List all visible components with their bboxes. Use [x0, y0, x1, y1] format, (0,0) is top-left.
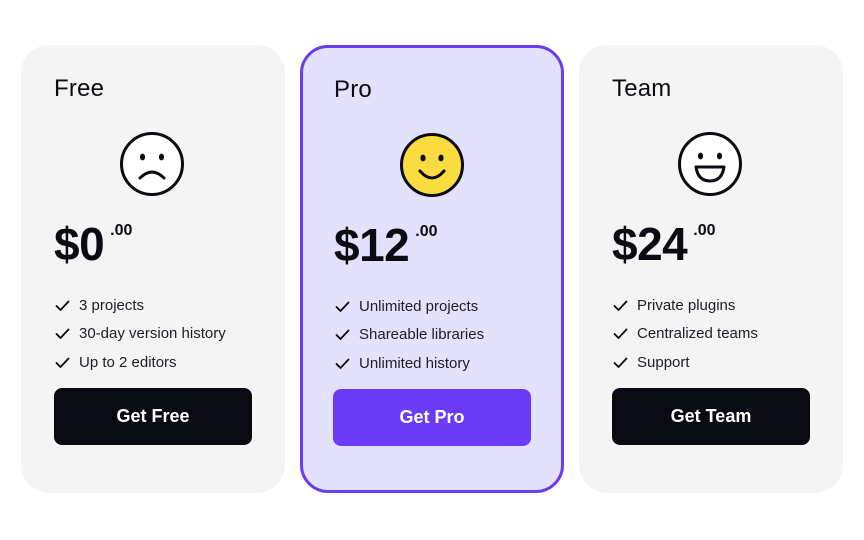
plan-name: Team — [612, 75, 672, 102]
sad-face-icon — [120, 132, 184, 196]
feature-label: Unlimited projects — [359, 297, 479, 315]
grin-face-icon — [678, 132, 742, 196]
price-cents: .00 — [693, 222, 716, 239]
feature-item: Up to 2 editors — [54, 348, 226, 377]
price-cents: .00 — [415, 223, 438, 240]
price: $12 .00 — [334, 222, 438, 268]
price-cents: .00 — [110, 222, 133, 239]
feature-label: Shareable libraries — [359, 326, 485, 344]
pricing-card-free: Free $0 .00 3 projects 30-day version his… — [21, 45, 285, 493]
price-dollars: $12 — [334, 219, 410, 271]
feature-list: Private plugins Centralized teams Suppor… — [612, 291, 758, 377]
check-icon — [55, 328, 70, 340]
feature-item: 3 projects — [54, 291, 226, 320]
get-free-button[interactable]: Get Free — [54, 388, 252, 445]
smile-face-icon — [400, 133, 464, 197]
price-dollars: $24 — [612, 218, 688, 270]
price: $0 .00 — [54, 221, 132, 267]
pricing-card-team: Team $24 .00 Private plugins Centralized … — [579, 45, 843, 493]
check-icon — [55, 357, 70, 368]
check-icon — [613, 300, 628, 311]
feature-item: Centralized teams — [612, 320, 758, 349]
get-pro-button[interactable]: Get Pro — [333, 389, 531, 446]
check-icon — [613, 357, 628, 368]
feature-item: 30-day version history — [54, 320, 226, 349]
price: $24 .00 — [612, 221, 716, 267]
feature-item: Unlimited projects — [334, 292, 484, 321]
plan-name: Free — [54, 75, 105, 102]
check-icon — [613, 328, 628, 340]
feature-list: Unlimited projects Shareable libraries U… — [334, 292, 484, 378]
feature-label: 3 projects — [79, 296, 145, 314]
check-icon — [55, 300, 70, 311]
plan-name: Pro — [334, 76, 372, 103]
feature-label: 30-day version history — [79, 325, 226, 343]
check-icon — [335, 329, 350, 341]
feature-item: Shareable libraries — [334, 321, 484, 350]
feature-item: Unlimited history — [334, 349, 484, 378]
check-icon — [335, 301, 350, 312]
feature-item: Support — [612, 348, 758, 377]
get-team-button[interactable]: Get Team — [612, 388, 810, 445]
check-icon — [335, 358, 350, 369]
feature-label: Unlimited history — [359, 354, 470, 372]
feature-label: Centralized teams — [637, 325, 758, 343]
feature-item: Private plugins — [612, 291, 758, 320]
pricing-card-pro: Pro $12 .00 Unlimited projects Shareable … — [300, 45, 564, 493]
feature-label: Private plugins — [637, 296, 736, 314]
price-dollars: $0 — [54, 218, 105, 270]
feature-label: Support — [637, 353, 690, 371]
feature-label: Up to 2 editors — [79, 353, 177, 371]
feature-list: 3 projects 30-day version history Up to … — [54, 291, 226, 377]
